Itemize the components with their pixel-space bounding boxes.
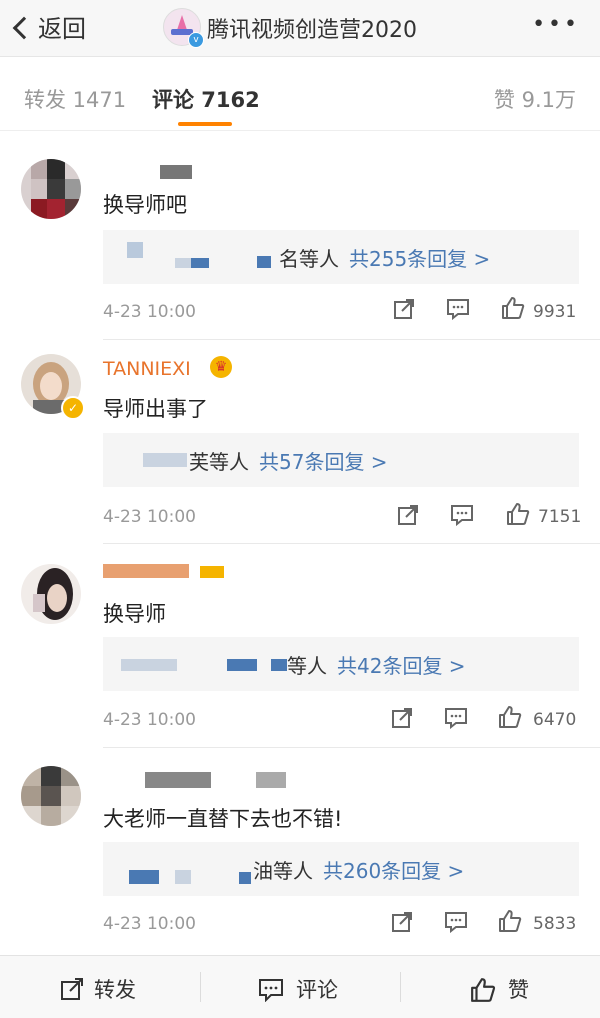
redacted-username bbox=[103, 564, 189, 578]
bottom-action-bar: 转发 评论 赞 bbox=[0, 955, 600, 1018]
reply-users: 名等人 bbox=[279, 247, 339, 271]
divider bbox=[400, 972, 401, 1002]
reply-preview[interactable]: 油等人 共260条回复 > bbox=[103, 842, 579, 896]
chevron-left-icon bbox=[12, 16, 36, 40]
reply-count-link[interactable]: 共255条回复 > bbox=[349, 247, 490, 271]
reply-users: 等人 bbox=[287, 654, 327, 678]
reply-count-link[interactable]: 共42条回复 > bbox=[337, 654, 466, 678]
like-icon[interactable] bbox=[498, 909, 522, 937]
verified-badge-icon: ✓ bbox=[61, 396, 85, 420]
comment-time: 4-23 10:00 bbox=[103, 302, 196, 322]
redacted-username bbox=[145, 772, 211, 788]
reply-summary: 芙等人 共57条回复 > bbox=[189, 446, 388, 475]
reply-count-link[interactable]: 共260条回复 > bbox=[323, 859, 464, 883]
reply-count-link[interactable]: 共57条回复 > bbox=[259, 450, 388, 474]
pixelated-avatar-icon bbox=[21, 766, 81, 826]
crown-badge-icon: ♛ bbox=[210, 356, 232, 378]
reply-summary: 等人 共42条回复 > bbox=[287, 650, 466, 679]
comment-icon[interactable] bbox=[446, 298, 470, 324]
redacted-reply-users bbox=[227, 659, 257, 671]
redacted-reply-users bbox=[257, 256, 271, 268]
comment-icon[interactable] bbox=[444, 707, 468, 733]
pixelated-avatar-icon bbox=[21, 159, 81, 219]
redacted-badge bbox=[200, 566, 224, 578]
comment-text: 导师出事了 bbox=[103, 397, 208, 421]
like-button[interactable]: 赞 bbox=[470, 974, 529, 1004]
like-icon[interactable] bbox=[506, 502, 530, 530]
redacted-reply-users bbox=[121, 659, 177, 671]
repost-icon[interactable] bbox=[391, 707, 413, 733]
redacted-reply-users bbox=[129, 870, 159, 884]
more-options-icon[interactable]: ••• bbox=[532, 12, 580, 37]
page-avatar[interactable]: v bbox=[163, 8, 204, 48]
comment-icon[interactable] bbox=[444, 911, 468, 937]
back-label: 返回 bbox=[38, 15, 86, 43]
like-icon bbox=[471, 978, 496, 1002]
comment-time: 4-23 10:00 bbox=[103, 507, 196, 527]
repost-label: 转发 bbox=[94, 978, 136, 1002]
comment-item: 换导师吧 名等人 共255条回复 > 4-23 10:00 9931 bbox=[0, 135, 600, 340]
reply-summary: 名等人 共255条回复 > bbox=[279, 243, 490, 272]
comment-time: 4-23 10:00 bbox=[103, 914, 196, 934]
top-navigation-bar: 返回 v 腾讯视频创造营2020 ••• bbox=[0, 0, 600, 57]
like-count: 9931 bbox=[533, 302, 577, 322]
comment-text: 大老师一直替下去也不错! bbox=[103, 807, 343, 831]
comment-text: 换导师 bbox=[103, 602, 166, 626]
back-button[interactable]: 返回 bbox=[12, 9, 86, 44]
avatar[interactable] bbox=[21, 159, 81, 219]
comment-text: 换导师吧 bbox=[103, 193, 187, 217]
page-title: 腾讯视频创造营2020 bbox=[207, 18, 417, 43]
like-count: 5833 bbox=[533, 914, 577, 934]
avatar[interactable] bbox=[21, 564, 81, 624]
redacted-username bbox=[256, 772, 286, 788]
divider bbox=[200, 972, 201, 1002]
redacted-username bbox=[160, 165, 192, 179]
like-count: 7151 bbox=[538, 507, 582, 527]
like-count: 6470 bbox=[533, 710, 577, 730]
like-icon[interactable] bbox=[498, 705, 522, 733]
comment-item: 换导师 等人 共42条回复 > 4-23 10:00 6470 bbox=[0, 544, 600, 748]
repost-icon[interactable] bbox=[393, 298, 415, 324]
pixelated-avatar-icon bbox=[21, 564, 81, 624]
tab-comments[interactable]: 评论 7162 bbox=[152, 84, 260, 114]
redacted-reply-users bbox=[175, 870, 191, 884]
repost-icon[interactable] bbox=[397, 504, 419, 530]
reply-summary: 油等人 共260条回复 > bbox=[253, 855, 464, 884]
like-label: 赞 bbox=[508, 978, 529, 1002]
redacted-reply-users bbox=[239, 872, 251, 884]
comment-item: 大老师一直替下去也不错! 油等人 共260条回复 > 4-23 10:00 583… bbox=[0, 748, 600, 948]
comment-icon bbox=[259, 979, 283, 1003]
comment-time: 4-23 10:00 bbox=[103, 710, 196, 730]
tab-repost[interactable]: 转发 1471 bbox=[24, 84, 126, 114]
reply-users: 油等人 bbox=[253, 859, 313, 883]
repost-icon bbox=[61, 978, 83, 1000]
like-icon[interactable] bbox=[501, 296, 525, 324]
redacted-reply-users bbox=[271, 659, 287, 671]
comment-button[interactable]: 评论 bbox=[258, 974, 338, 1004]
comment-item: ✓ TANNIEXI ♛ 导师出事了 芙等人 共57条回复 > 4-23 10:0… bbox=[0, 340, 600, 544]
active-tab-indicator bbox=[178, 122, 232, 126]
tab-likes[interactable]: 赞 9.1万 bbox=[494, 84, 576, 114]
reply-users: 芙等人 bbox=[189, 450, 249, 474]
repost-button[interactable]: 转发 bbox=[60, 974, 136, 1004]
comment-label: 评论 bbox=[296, 978, 338, 1002]
comment-icon[interactable] bbox=[450, 504, 474, 530]
reply-preview[interactable]: 名等人 共255条回复 > bbox=[103, 230, 579, 284]
tab-bar: 转发 1471 评论 7162 赞 9.1万 bbox=[0, 60, 600, 131]
redacted-reply-users bbox=[127, 242, 143, 258]
redacted-reply-users bbox=[143, 453, 187, 467]
redacted-reply-users bbox=[191, 258, 209, 268]
reply-preview[interactable]: 芙等人 共57条回复 > bbox=[103, 433, 579, 487]
reply-preview[interactable]: 等人 共42条回复 > bbox=[103, 637, 579, 691]
username[interactable]: TANNIEXI bbox=[103, 358, 191, 380]
avatar[interactable] bbox=[21, 766, 81, 826]
verified-badge-icon: v bbox=[188, 32, 204, 48]
repost-icon[interactable] bbox=[391, 911, 413, 937]
